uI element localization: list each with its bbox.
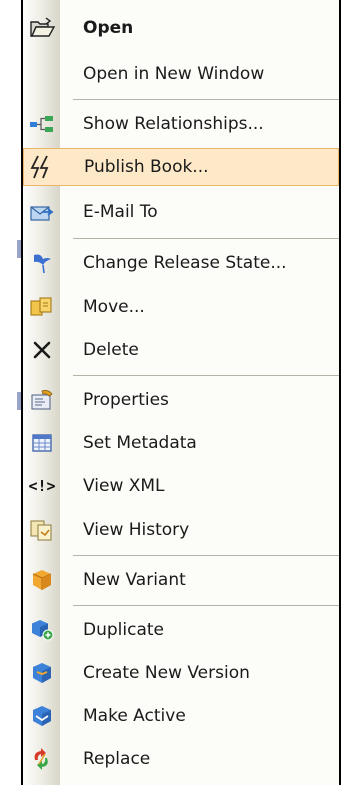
menu-item-label: Make Active	[83, 706, 186, 726]
menu-item-set-metadata[interactable]: Set Metadata	[23, 424, 339, 462]
menu-item-delete[interactable]: Delete	[23, 331, 339, 369]
menu-item-change-release-state[interactable]: Change Release State...	[23, 244, 339, 282]
menu-item-label: Create New Version	[83, 663, 250, 683]
properties-icon	[29, 387, 55, 413]
menu-separator	[73, 238, 339, 239]
menu-item-create-new-version[interactable]: Create New Version	[23, 654, 339, 692]
menu-item-label: Duplicate	[83, 620, 164, 640]
history-icon	[29, 517, 55, 543]
menu-separator	[73, 99, 339, 100]
menu-separator	[73, 375, 339, 376]
menu-item-label: Open in New Window	[83, 64, 265, 84]
menu-item-label: Delete	[83, 340, 139, 360]
menu-item-label: View History	[83, 520, 190, 540]
menu-item-open-new-window[interactable]: Open in New Window	[23, 55, 339, 93]
menu-item-label: New Variant	[83, 570, 186, 590]
delete-x-icon	[29, 337, 55, 363]
menu-item-label: Open	[83, 18, 134, 38]
open-folder-icon	[29, 15, 55, 41]
menu-item-properties[interactable]: Properties	[23, 381, 339, 419]
context-menu: Open Open in New Window Show Relationshi…	[23, 0, 341, 785]
xml-glyph: <!>	[28, 477, 56, 495]
menu-item-duplicate[interactable]: Duplicate	[23, 611, 339, 649]
menu-separator	[73, 605, 339, 606]
menu-item-view-history[interactable]: View History	[23, 511, 339, 549]
menu-item-publish-book[interactable]: Publish Book...	[23, 148, 339, 186]
move-folder-icon	[29, 294, 55, 320]
menu-item-label: Move...	[83, 297, 145, 317]
new-version-icon	[29, 660, 55, 686]
xml-icon: <!>	[28, 473, 56, 499]
menu-item-label: Set Metadata	[83, 433, 197, 453]
flag-icon	[29, 250, 55, 276]
menu-item-make-active[interactable]: Make Active	[23, 697, 339, 735]
relationships-icon	[29, 111, 55, 137]
menu-item-move[interactable]: Move...	[23, 288, 339, 326]
replace-arrows-icon	[29, 746, 55, 772]
duplicate-icon	[29, 617, 55, 643]
menu-item-label: Properties	[83, 390, 169, 410]
menu-item-label: Replace	[83, 749, 151, 769]
publish-lightning-icon	[29, 154, 55, 180]
background-marker	[17, 240, 21, 258]
menu-item-show-relationships[interactable]: Show Relationships...	[23, 105, 339, 143]
menu-item-label: Show Relationships...	[83, 114, 264, 134]
make-active-icon	[29, 703, 55, 729]
menu-item-label: E-Mail To	[83, 202, 158, 222]
variant-cube-icon	[29, 567, 55, 593]
background-marker	[17, 392, 21, 410]
menu-item-view-xml[interactable]: <!> View XML	[23, 467, 339, 505]
metadata-grid-icon	[29, 430, 55, 456]
email-icon	[29, 199, 55, 225]
menu-item-label: Publish Book...	[84, 157, 209, 177]
menu-item-new-variant[interactable]: New Variant	[23, 561, 339, 599]
menu-item-replace[interactable]: Replace	[23, 740, 339, 778]
menu-item-label: View XML	[83, 476, 165, 496]
menu-item-label: Change Release State...	[83, 253, 287, 273]
menu-separator	[73, 555, 339, 556]
background-window-edge	[0, 0, 23, 785]
screen: Open Open in New Window Show Relationshi…	[0, 0, 341, 785]
menu-item-open[interactable]: Open	[23, 9, 339, 47]
menu-item-email-to[interactable]: E-Mail To	[23, 193, 339, 231]
